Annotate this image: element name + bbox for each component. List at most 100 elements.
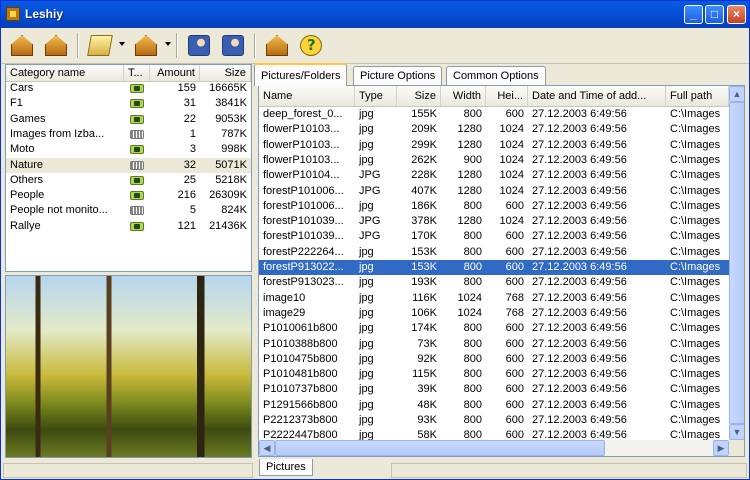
tab-common-options[interactable]: Common Options [446,66,546,85]
scroll-left-icon[interactable]: ◀ [259,440,275,456]
house-photo-icon[interactable] [41,31,71,60]
file-name: flowerP10103... [263,123,340,136]
status-cell-right [391,463,747,478]
file-row[interactable]: forestP913022... jpg 153K 800 600 27.12.2003 … [259,260,729,276]
column-header-category-name[interactable]: Category name [6,65,124,81]
file-row[interactable]: P1010061b800 jpg 174K 800 600 27.12.2003 6:49… [259,321,729,336]
close-button[interactable]: × [727,5,746,24]
file-row[interactable]: deep_forest_0... jpg 155K 800 600 27.12.2003 … [259,107,729,122]
file-name: P1010737b800 [263,383,338,396]
file-type: JPG [359,230,381,243]
file-row[interactable]: P1010475b800 jpg 92K 800 600 27.12.2003 6:49:… [259,352,729,367]
maximize-button[interactable]: □ [705,5,724,24]
add-house-icon[interactable] [131,31,161,60]
scroll-down-icon[interactable]: ▼ [729,424,744,440]
column-header-height[interactable]: Hei... [486,86,528,106]
tab-picture-options[interactable]: Picture Options [353,66,443,85]
file-name: P1010061b800 [263,322,338,335]
file-row[interactable]: forestP101039... JPG 378K 1280 1024 27.12.200… [259,214,729,229]
category-row[interactable]: Cars 159 16665K [6,81,251,96]
file-row[interactable]: P1010388b800 jpg 73K 800 600 27.12.2003 6:49:… [259,337,729,352]
column-header-type[interactable]: T... [124,65,150,81]
file-row[interactable]: P2212373b800 jpg 93K 800 600 27.12.2003 6:49:… [259,413,729,428]
open-book-icon[interactable] [85,31,115,60]
file-full-path: C:\Images [670,215,721,228]
options-tabs: Pictures/Folders Picture Options Common … [254,63,749,86]
category-row[interactable]: Images from Izba... 1 787K [6,127,251,142]
horizontal-scroll-thumb[interactable] [275,440,605,456]
window-title: Leshiy [25,7,64,21]
file-size: 153K [411,261,437,273]
category-size: 26309K [209,189,247,202]
file-name: forestP101039... [263,230,344,243]
chevron-down-icon[interactable] [119,42,125,46]
column-header-type[interactable]: Type [355,86,397,106]
file-row[interactable]: P1291566b800 jpg 48K 800 600 27.12.2003 6:49:… [259,398,729,413]
file-row[interactable]: forestP913023... jpg 193K 800 600 27.12.2003 … [259,275,729,290]
category-size: 787K [221,127,247,140]
column-header-width[interactable]: Width [441,86,486,106]
person-photo-icon[interactable] [218,31,248,60]
file-size: 407K [411,184,437,197]
column-header-full-path[interactable]: Full path [666,86,729,106]
file-width: 800 [463,199,482,212]
file-date-added: 27.12.2003 6:49:56 [532,138,627,151]
file-list[interactable]: Name Type Size Width Hei... Date and Tim… [258,85,745,457]
title-bar[interactable]: Leshiy _ □ × [1,1,749,28]
file-row[interactable]: flowerP10103... jpg 262K 900 1024 27.12.2003 … [259,153,729,168]
category-size: 998K [221,143,247,156]
column-header-size[interactable]: Size [397,86,441,106]
file-height: 1024 [499,215,524,228]
vertical-scrollbar[interactable]: ▲ ▼ [729,86,744,440]
file-name: image29 [263,306,306,319]
minimize-button[interactable]: _ [684,5,703,24]
file-name: P2212373b800 [263,414,338,426]
file-full-path: C:\Images [670,108,721,120]
home-icon[interactable] [262,31,292,60]
file-full-path: C:\Images [670,245,721,258]
category-type-cell [124,158,150,173]
category-row[interactable]: Moto 3 998K [6,142,251,157]
file-full-path: C:\Images [670,398,721,411]
file-name: flowerP10104... [263,169,340,182]
file-full-path: C:\Images [670,230,721,243]
tab-pictures[interactable]: Pictures [259,459,313,476]
file-width: 800 [463,414,482,426]
scroll-up-icon[interactable]: ▲ [729,86,744,102]
column-header-name[interactable]: Name [259,86,355,106]
file-full-path: C:\Images [670,261,721,273]
file-row[interactable]: flowerP10104... JPG 228K 1280 1024 27.12.2003… [259,168,729,183]
category-row[interactable]: Rallye 121 21436K [6,219,251,234]
category-row[interactable]: Others 25 5218K [6,173,251,188]
file-row[interactable]: forestP101039... JPG 170K 800 600 27.12.2003 … [259,229,729,244]
person-photo-icon[interactable] [184,31,214,60]
category-row[interactable]: Nature 32 5071K [6,157,251,173]
file-row[interactable]: image29 jpg 106K 1024 768 27.12.2003 6:49:56 C… [259,306,729,321]
column-header-amount[interactable]: Amount [150,65,200,81]
help-icon[interactable] [296,31,326,60]
file-type: jpg [359,352,374,365]
category-row[interactable]: People 216 26309K [6,188,251,203]
category-name: Nature [10,158,44,171]
category-row[interactable]: F1 31 3841K [6,96,251,111]
scroll-right-icon[interactable]: ▶ [713,440,729,456]
file-row[interactable]: flowerP10103... jpg 209K 1280 1024 27.12.2003… [259,122,729,137]
file-row[interactable]: flowerP10103... jpg 299K 1280 1024 27.12.2003… [259,138,729,153]
file-row[interactable]: P1010737b800 jpg 39K 800 600 27.12.2003 6:49:… [259,382,729,397]
tab-pictures-folders[interactable]: Pictures/Folders [254,63,348,86]
file-row[interactable]: forestP101006... JPG 407K 1280 1024 27.12.200… [259,184,729,199]
file-row[interactable]: image10 jpg 116K 1024 768 27.12.2003 6:49:56 C… [259,291,729,306]
column-header-date-added[interactable]: Date and Time of add... [528,86,666,106]
horizontal-scrollbar[interactable]: ◀ ▶ [259,440,729,456]
file-row[interactable]: P1010481b800 jpg 115K 800 600 27.12.2003 6:49… [259,367,729,382]
house-photo-icon[interactable] [7,31,37,60]
category-row[interactable]: People not monito... 5 824K [6,203,251,218]
file-height: 600 [505,322,524,335]
chevron-down-icon[interactable] [165,42,171,46]
file-row[interactable]: forestP101006... jpg 186K 800 600 27.12.2003 … [259,199,729,214]
category-row[interactable]: Games 22 9053K [6,112,251,127]
category-list[interactable]: Category name T... Amount Size Cars 159 16… [5,64,252,272]
vertical-scroll-thumb[interactable] [729,102,744,424]
column-header-size[interactable]: Size [200,65,251,81]
file-row[interactable]: forestP222264... jpg 153K 800 600 27.12.2003 … [259,245,729,260]
